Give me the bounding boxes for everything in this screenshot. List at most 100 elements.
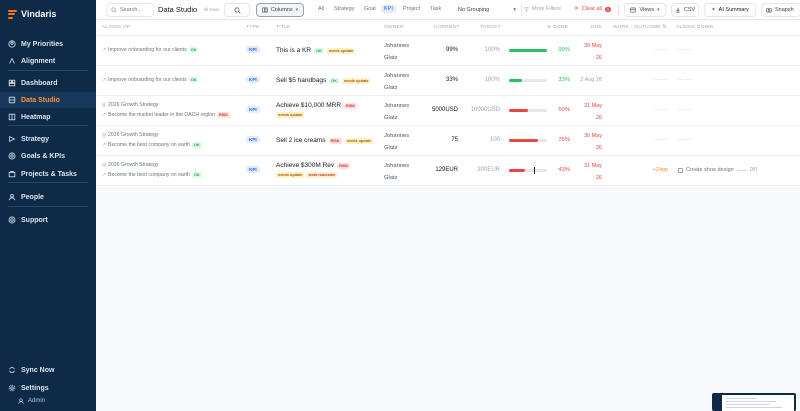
aligns-up-item[interactable]: ↗ Become the best company on earth OK [102,140,237,150]
current-value[interactable]: 33% [416,77,458,83]
aligns-up-item[interactable]: ↗ Become the best company on earth OK [102,170,237,180]
sidebar-item-alignment[interactable]: Alignment [0,53,96,69]
due-date-part: 31 May [583,103,602,109]
brand[interactable]: Vindaris [8,9,56,19]
aligns-down-cell[interactable]: Create shoe design 0/0 [678,167,757,173]
header-aligns-down[interactable]: ALIGNS DOWN [676,25,713,30]
tab-kpi[interactable]: KPI [381,5,396,13]
header-current[interactable]: CURRENT [434,25,460,30]
current-value[interactable]: 5000USD [416,107,458,113]
status-badge: needs update [341,77,371,84]
owner-cell[interactable]: Johannes Glatz [384,130,409,154]
search-toggle-button[interactable] [224,3,250,17]
database-icon [8,96,16,104]
aligns-down-cell[interactable]: — — [678,137,692,143]
due-date-part: 26 [595,115,602,121]
more-filters-button[interactable]: More Filters [524,6,561,12]
tab-all[interactable]: All [318,6,324,12]
title-cell[interactable]: Achieve $10,000 MRR RISK needs update [276,102,376,118]
sidebar-item-strategy[interactable]: Strategy [0,131,96,147]
sidebar-item-my-priorities[interactable]: My Priorities [0,36,96,52]
header-aligns-up[interactable]: ALIGNS UP [102,25,130,30]
sidebar-item-heatmap[interactable]: Heatmap [0,109,96,125]
csv-export-button[interactable]: CSV [671,3,699,17]
aligns-up-item[interactable]: ↗ Improve onboarding for our clients OK [102,75,237,85]
target-value[interactable]: 100% [456,77,500,83]
header-work-outcome[interactable]: WORK - OUTCOME ⇅ [613,25,667,30]
sidebar-item-people[interactable]: People [0,189,96,205]
aligns-up-item[interactable]: ↗ Become the market leader in the DACH re… [102,110,237,120]
title-cell[interactable]: Sell $5 handbags OK needs update [276,77,376,84]
header-due[interactable]: DUE [591,25,602,30]
title-line: This is a KR OK needs update [276,47,376,54]
table-row[interactable]: ↗ Improve onboarding for our clients OK KPI… [96,36,800,66]
clear-all-button[interactable]: ✕ Clear all 1 [574,6,612,12]
due-date[interactable]: 30 May 26 [576,130,602,154]
aligns-down-cell[interactable]: — — [678,107,692,113]
columns-button[interactable]: Columns ▾ [256,3,304,17]
title-cell[interactable]: Achieve $300M Rev RISK needs update work>ou… [276,162,376,178]
title-cell[interactable]: Sell 2 ice creams RISK needs update [276,137,376,144]
current-value[interactable]: 75 [416,137,458,143]
table-row[interactable]: ◎ 2026 Growth Strategy ↗ Become the best co… [96,126,800,156]
admin-user[interactable]: Admin [0,398,96,404]
due-date[interactable]: 30 May 26 [576,40,602,64]
sidebar-item-data-studio[interactable]: Data Studio [0,92,96,108]
title-cell[interactable]: This is a KR OK needs update [276,47,376,54]
grouping-select[interactable]: No Grouping ▾ [454,3,520,17]
table-row[interactable]: ↗ Improve onboarding for our clients OK KPI… [96,66,800,96]
header-target[interactable]: TARGET [480,25,501,30]
header-type[interactable]: TYPE [246,25,260,30]
header-owner[interactable]: OWNER [384,25,404,30]
preview-image [722,395,794,411]
table-row[interactable]: ◎ 2026 Growth Strategy ↗ Become the market … [96,96,800,126]
sidebar-item-goals-kpis[interactable]: Goals & KPIs [0,148,96,164]
header-title[interactable]: TITLE [276,25,291,30]
aligns-up-item[interactable]: ◎ 2026 Growth Strategy [102,130,237,140]
table-row[interactable]: ◎ 2026 Growth Strategy ↗ Become the best co… [96,156,800,186]
owner-name: Johannes [384,43,410,49]
owner-cell[interactable]: Johannes Glatz [384,100,409,124]
target-value[interactable]: 300EUR [456,167,500,173]
sidebar-item-support[interactable]: Support [0,212,96,228]
ai-summary-button[interactable]: ✦ AI Summary [704,3,756,17]
sidebar-item-settings[interactable]: Settings [0,380,96,396]
tab-strategy[interactable]: Strategy [334,6,354,12]
aligns-up-item[interactable]: ◎ 2026 Growth Strategy [102,160,237,170]
table-header: ALIGNS UP TYPE TITLE OWNER CURRENT TARGE… [96,20,800,36]
target-value[interactable]: 100 [456,137,500,143]
checkbox-icon[interactable] [678,167,683,173]
sidebar-item-dashboard[interactable]: Dashboard [0,75,96,91]
header-pct-done[interactable]: % DONE [547,25,568,30]
sidebar-item-sync-now[interactable]: Sync Now [0,362,96,378]
tab-task[interactable]: Task [430,6,441,12]
owner-cell[interactable]: Johannes Glatz [384,40,409,64]
aligns-up-item[interactable]: ◎ 2026 Growth Strategy [102,100,237,110]
grouping-label: No Grouping [458,7,490,13]
tab-goal[interactable]: Goal [364,6,376,12]
views-button[interactable]: Views ▾ [624,3,666,17]
current-value[interactable]: 99% [416,47,458,53]
aligns-down-cell[interactable]: — — [678,47,692,53]
item-title[interactable]: Sell $5 handbags [276,77,326,84]
due-date[interactable]: 2 Aug 26 [576,77,602,83]
search-box[interactable] [106,3,154,17]
aligns-down-cell[interactable]: — — [678,77,692,83]
target-value[interactable]: 100% [456,47,500,53]
search-input[interactable] [120,7,154,13]
due-date[interactable]: 31 May 26 [576,100,602,124]
current-value[interactable]: 129EUR [416,167,458,173]
preview-thumbnail[interactable] [712,393,796,411]
item-title[interactable]: Sell 2 ice creams [276,137,326,144]
owner-cell[interactable]: Johannes Glatz [384,70,409,94]
due-date[interactable]: 31 May 26 [576,160,602,184]
tab-project[interactable]: Project [403,6,420,12]
snapshot-button[interactable]: Snapsh [761,3,800,17]
target-value[interactable]: 10000USD [456,107,500,113]
owner-cell[interactable]: Johannes Glatz [384,160,409,184]
item-title[interactable]: This is a KR [276,47,311,54]
sidebar-item-projects-tasks[interactable]: Projects & Tasks [0,166,96,182]
item-title[interactable]: Achieve $300M Rev [276,162,334,169]
item-title[interactable]: Achieve $10,000 MRR [276,102,341,109]
aligns-up-item[interactable]: ↗ Improve onboarding for our clients OK [102,45,237,55]
